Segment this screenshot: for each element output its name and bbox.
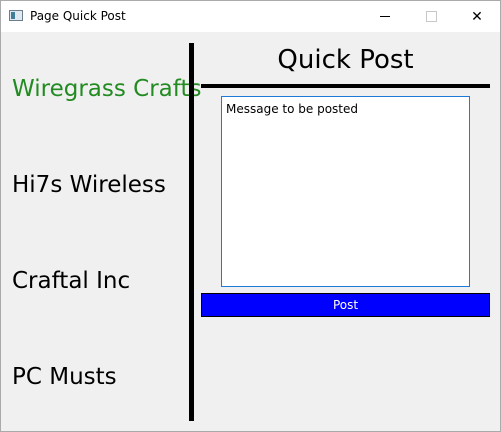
sidebar-item-wiregrass-crafts[interactable]: Wiregrass Crafts (12, 76, 201, 102)
sidebar-item-craftal-inc[interactable]: Craftal Inc (12, 268, 130, 294)
page-title: Quick Post (277, 45, 414, 75)
window-title: Page Quick Post (30, 9, 126, 23)
title-underline (201, 84, 490, 88)
message-input[interactable]: Message to be posted (221, 96, 470, 287)
close-button[interactable]: ✕ (454, 1, 500, 32)
sidebar-item-hi7s-wireless[interactable]: Hi7s Wireless (12, 172, 166, 198)
sidebar-divider (189, 43, 194, 421)
close-icon: ✕ (471, 8, 483, 25)
minimize-icon (380, 16, 390, 17)
minimize-button[interactable] (362, 1, 408, 32)
post-button[interactable]: Post (201, 293, 490, 317)
title-bar: Page Quick Post ✕ (1, 1, 500, 32)
app-icon (9, 10, 23, 21)
maximize-icon (425, 11, 437, 22)
app-window: Page Quick Post ✕ Wiregrass Crafts Hi7s … (0, 0, 501, 432)
sidebar-item-pc-musts[interactable]: PC Musts (12, 364, 117, 390)
maximize-button[interactable] (408, 1, 454, 32)
